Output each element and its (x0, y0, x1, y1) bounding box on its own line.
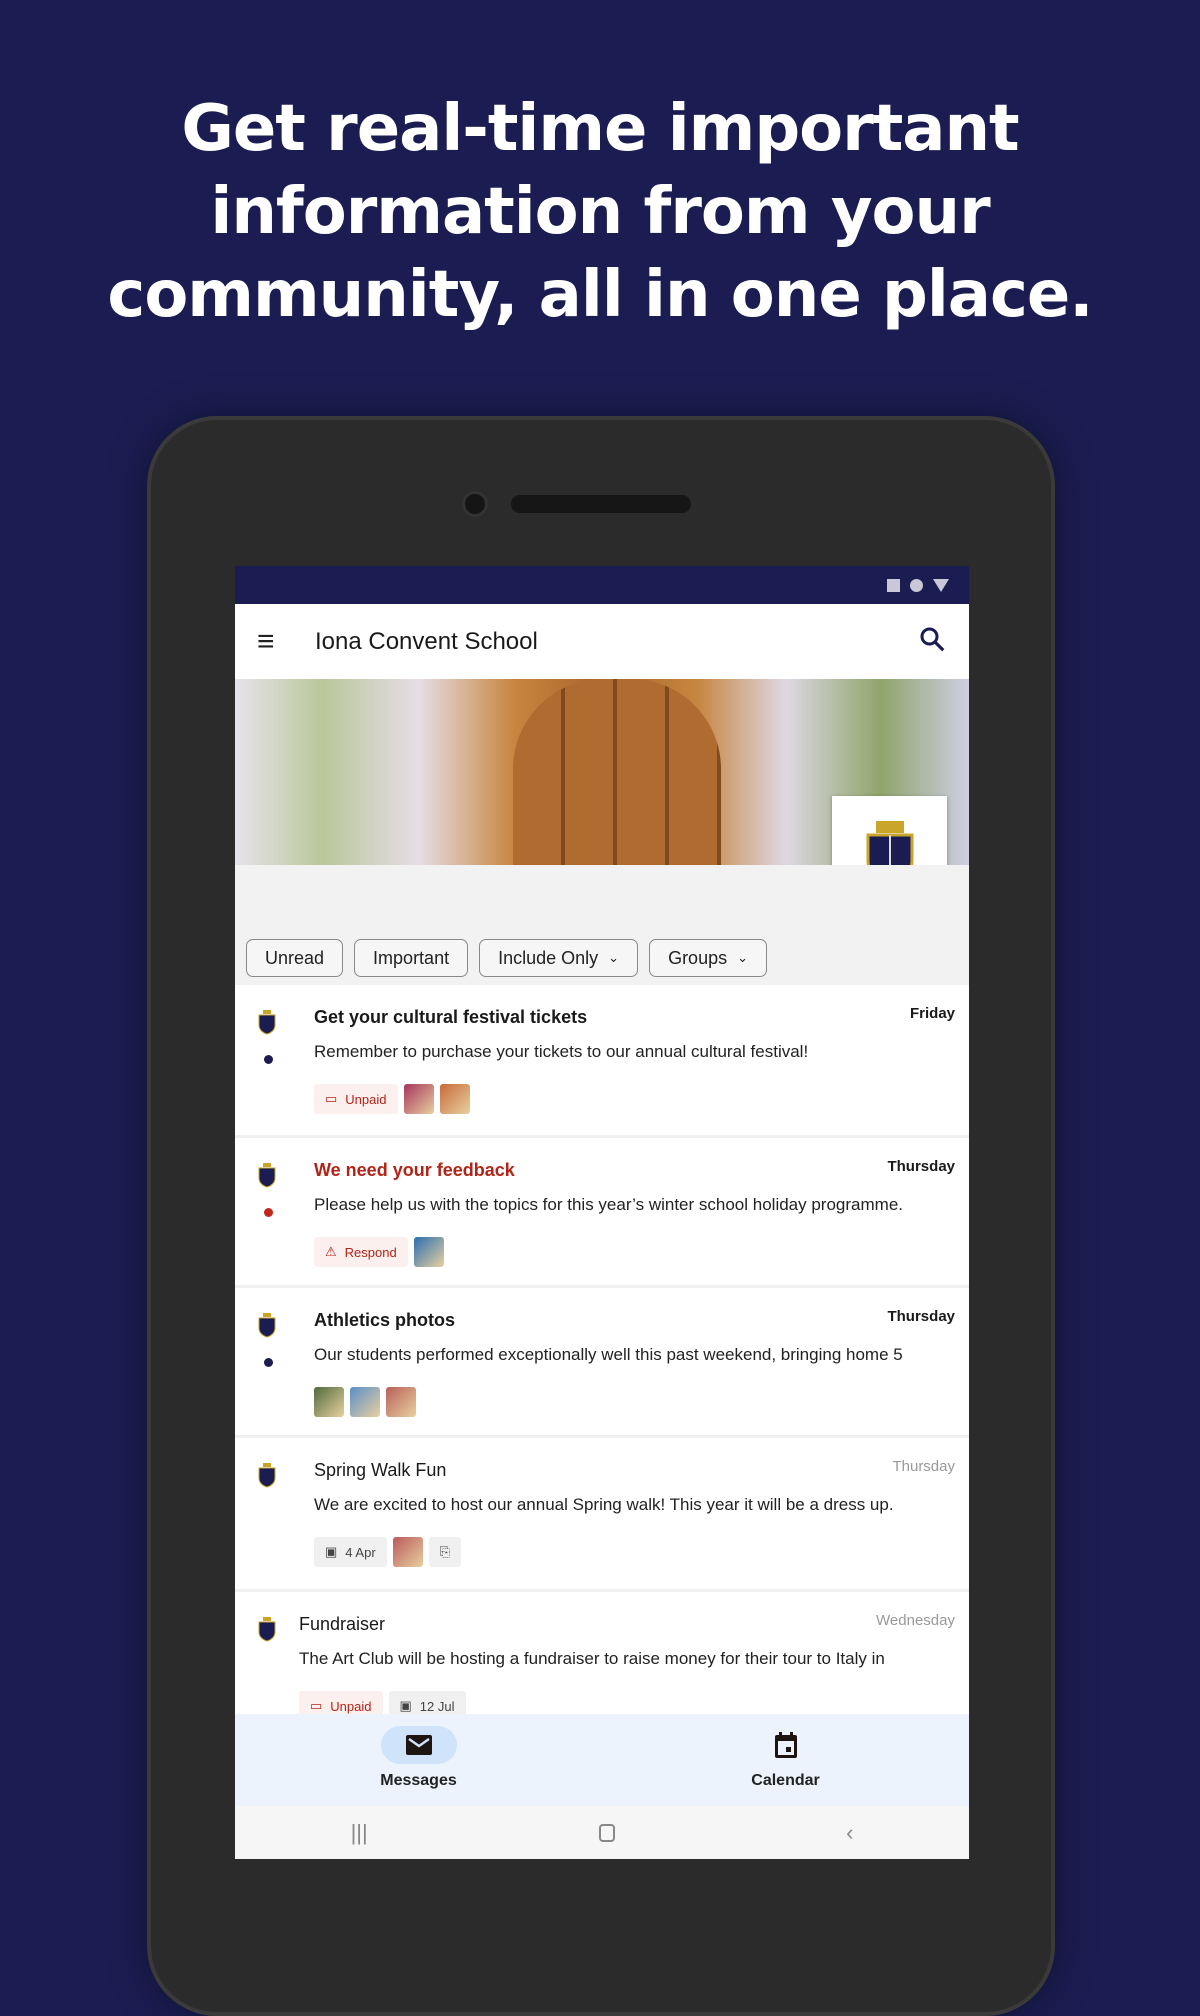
chevron-down-icon: ⌄ (737, 950, 748, 965)
feedback-icon: ⚠ (325, 1244, 337, 1259)
message-preview: Please help us with the topics for this … (314, 1195, 903, 1214)
message-title: We need your feedback (314, 1160, 515, 1180)
mail-icon (380, 1726, 457, 1764)
message-date: Thursday (892, 1458, 955, 1475)
square-icon (887, 578, 900, 592)
triangle-icon (933, 578, 949, 592)
credit-card-icon: ▭ (325, 1091, 338, 1106)
unread-indicator (264, 1055, 273, 1064)
search-icon[interactable] (917, 624, 947, 654)
chevron-down-icon: ⌄ (608, 950, 620, 965)
message-date: Wednesday (876, 1612, 955, 1629)
message-date: Thursday (887, 1158, 955, 1175)
filter-chip-groups[interactable]: Groups ⌄ (649, 939, 767, 977)
camera (462, 491, 488, 517)
attachment-thumbnail[interactable] (439, 1084, 470, 1114)
app-screen: ≡ Iona Convent School Unread Important Inc… (235, 566, 969, 1859)
calendar-icon: ▣ (399, 1698, 412, 1713)
app-bar: ≡ Iona Convent School (235, 604, 969, 679)
message-item[interactable]: We need your feedback Thursday Please help… (235, 1138, 969, 1288)
feedback-tag[interactable]: ⚠ Respond (314, 1237, 408, 1267)
system-navigation: ||| ‹ (235, 1806, 969, 1859)
pdf-icon: ⎘ (439, 1544, 451, 1559)
attachment-thumbnail[interactable] (386, 1387, 416, 1417)
door-image (513, 679, 721, 865)
filter-bar: Unread Important Include Only ⌄ Groups ⌄ (235, 865, 969, 985)
message-item[interactable]: Spring Walk Fun Thursday We are excited to… (235, 1438, 969, 1592)
message-date: Thursday (887, 1308, 955, 1325)
message-list: Get your cultural festival tickets Friday… (235, 985, 969, 1732)
attachment-thumbnail[interactable] (392, 1537, 423, 1567)
message-item[interactable]: Get your cultural festival tickets Friday… (235, 985, 969, 1138)
message-item[interactable]: Fundraiser Wednesday The Art Club will be … (235, 1592, 969, 1732)
filter-chip-include-only[interactable]: Include Only ⌄ (479, 939, 639, 977)
calendar-icon: ▣ (325, 1544, 338, 1559)
attachment-thumbnail[interactable] (314, 1387, 344, 1417)
attachment-thumbnail[interactable] (403, 1084, 434, 1114)
back-icon[interactable]: ‹ (846, 1820, 853, 1846)
message-title: Fundraiser (299, 1614, 386, 1634)
pdf-attachment[interactable]: ⎘ (428, 1537, 462, 1567)
school-crest-icon (258, 1010, 276, 1035)
message-title: Get your cultural festival tickets (314, 1007, 588, 1027)
message-title: Spring Walk Fun (314, 1460, 447, 1480)
speaker (511, 495, 691, 513)
event-tag[interactable]: ▣ 4 Apr (314, 1537, 387, 1567)
nav-messages[interactable]: Messages (235, 1714, 602, 1806)
circle-icon (910, 578, 923, 592)
unread-indicator (264, 1358, 273, 1367)
headline: Get real-time important information from… (107, 92, 1093, 332)
message-date: Friday (909, 1005, 955, 1022)
school-crest-icon (258, 1617, 276, 1642)
calendar-icon (748, 1726, 824, 1764)
message-preview: Our students performed exceptionally wel… (314, 1345, 903, 1364)
message-preview: We are excited to host our annual Spring… (314, 1495, 894, 1514)
bottom-navigation: Messages Calendar (235, 1714, 969, 1806)
unread-indicator (264, 1208, 273, 1217)
nav-calendar[interactable]: Calendar (602, 1714, 969, 1806)
school-banner (235, 679, 969, 911)
message-preview: Remember to purchase your tickets to our… (314, 1042, 809, 1061)
status-bar (235, 566, 969, 604)
home-icon[interactable] (598, 1823, 615, 1842)
school-crest-icon (258, 1463, 276, 1488)
recents-icon[interactable]: ||| (351, 1820, 368, 1846)
credit-card-icon: ▭ (310, 1698, 323, 1713)
message-preview: The Art Club will be hosting a fundraise… (299, 1649, 885, 1668)
filter-chip-important[interactable]: Important (354, 939, 469, 977)
school-crest-icon (258, 1163, 276, 1188)
attachment-thumbnail[interactable] (350, 1387, 380, 1417)
payment-tag[interactable]: ▭ Unpaid (314, 1084, 398, 1114)
app-title: Iona Convent School (315, 627, 538, 655)
school-crest-icon (258, 1313, 276, 1338)
menu-icon[interactable]: ≡ (257, 625, 287, 659)
message-item[interactable]: Athletics photos Thursday Our students per… (235, 1288, 969, 1438)
message-title: Athletics photos (314, 1310, 456, 1330)
attachment-thumbnail[interactable] (413, 1237, 444, 1267)
filter-chip-unread[interactable]: Unread (246, 939, 344, 977)
